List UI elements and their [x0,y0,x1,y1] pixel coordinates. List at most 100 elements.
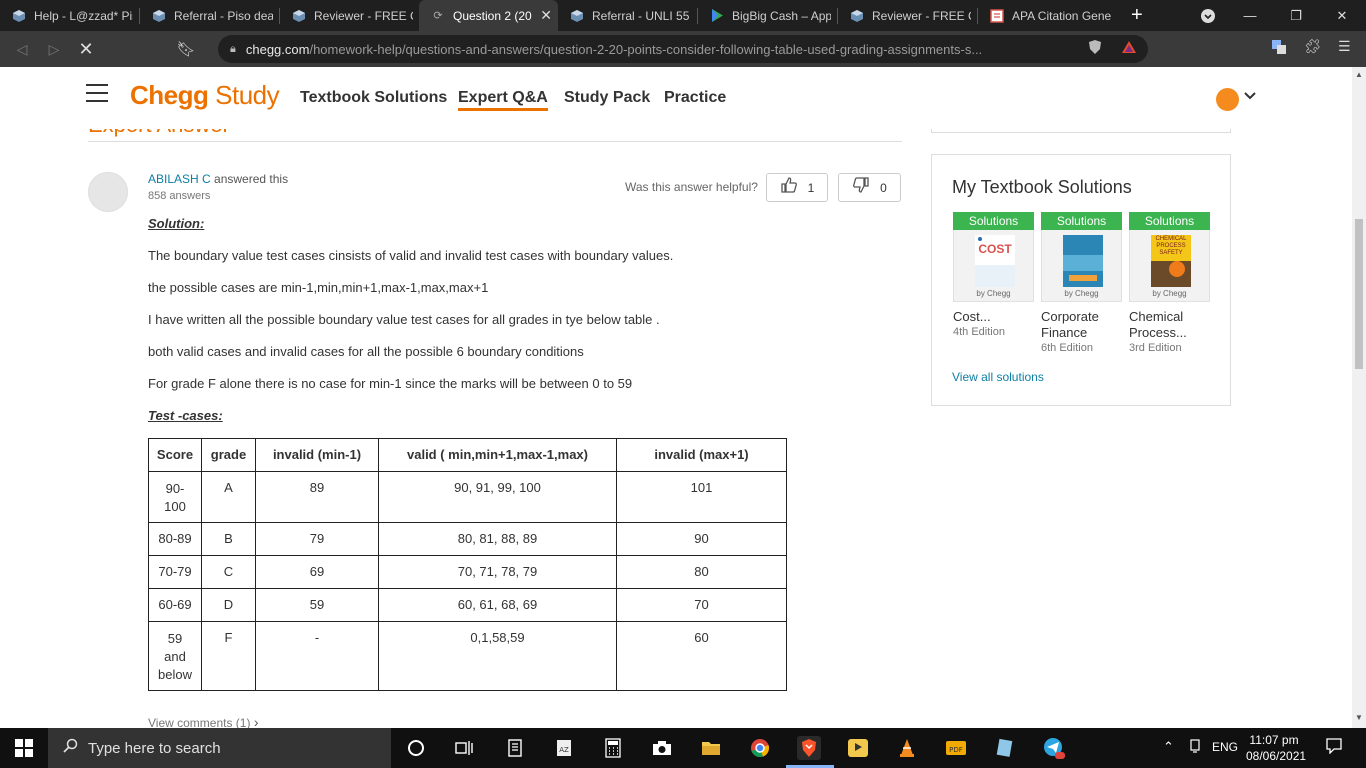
solution-label: Solution: [148,216,205,231]
table-row: 70-79 C 69 70, 71, 78, 79 80 [148,555,787,589]
tab-referral-unli[interactable]: Referral - UNLI 55 I [558,0,697,31]
column-header: valid ( min,min+1,max-1,max) [378,438,617,472]
table-cell: 59 and below [148,621,202,691]
textbook-item[interactable]: Solutions by Chegg Corporate Finance 6th… [1041,212,1122,354]
tab-question-2[interactable]: ⟳ Question 2 (20 ✕ [419,0,558,31]
network-icon[interactable] [1188,739,1202,756]
table-cell: 69 [255,555,379,589]
textbook-item[interactable]: Solutions COST by Chegg Cost... 4th Edit… [953,212,1034,338]
profile-menu-icon[interactable] [1185,0,1231,31]
bookmark-icon[interactable]: 🔖︎ [176,40,196,58]
tab-bigbig-cash[interactable]: BigBig Cash – Apps [698,0,837,31]
vlc-icon[interactable] [895,736,919,760]
view-all-solutions-link[interactable]: View all solutions [952,370,1044,384]
task-view-icon[interactable] [452,736,476,760]
telegram-icon[interactable] [1042,736,1066,760]
chevron-down-icon[interactable] [1243,88,1257,104]
tab-help[interactable]: Help - L@zzad* Pis [0,0,139,31]
input-language[interactable]: ENG [1212,740,1238,754]
tab-referral-piso[interactable]: Referral - Piso deal [140,0,279,31]
solutions-badge: Solutions [1041,212,1122,230]
user-avatar-icon[interactable] [1216,88,1239,111]
scroll-thumb[interactable] [1355,219,1363,369]
new-tab-icon[interactable]: + [1131,4,1143,27]
svg-text:PDF: PDF [949,746,963,754]
windows-taskbar: Type here to search AZ PDF ⌃ ENG 11:07 p… [0,728,1366,768]
hamburger-menu-icon[interactable] [86,84,108,102]
restore-icon[interactable]: ❐ [1273,0,1319,31]
table-cell: 0,1,58,59 [378,621,617,691]
browser-menu-icon[interactable]: ☰ [1338,38,1351,55]
reviewer-cube-icon [292,9,306,23]
extensions-icon[interactable]: 🧩︎ [1304,38,1322,55]
thumbs-down-button[interactable]: 0 [838,173,901,202]
media-player-icon[interactable] [846,736,870,760]
scroll-down-icon[interactable]: ▼ [1352,713,1366,722]
book-edition: 3rd Edition [1129,342,1182,354]
divider [88,141,902,142]
chrome-icon[interactable] [748,736,772,760]
book-edition: 6th Edition [1041,342,1093,354]
taskbar-search[interactable]: Type here to search [48,728,391,768]
reviewer-cube-icon [12,9,26,23]
translate-icon[interactable] [1271,39,1287,58]
notepad-icon[interactable] [993,736,1017,760]
thumbs-up-button[interactable]: 1 [766,173,828,202]
answerer-name[interactable]: ABILASH C [148,172,211,186]
cortana-icon[interactable] [404,736,428,760]
minimize-icon[interactable]: — [1227,0,1273,31]
table-cell: D [201,588,256,622]
my-textbook-solutions-card: My Textbook Solutions Solutions COST by … [931,154,1231,406]
by-chegg: by Chegg [1152,289,1187,298]
scroll-up-icon[interactable]: ▲ [1352,70,1366,79]
show-hidden-icons-icon[interactable]: ⌃ [1163,739,1174,755]
reader-app-icon[interactable] [503,736,527,760]
back-icon[interactable]: ◁ [6,41,38,58]
dictionary-app-icon[interactable]: AZ [552,736,576,760]
textbook-card-title: My Textbook Solutions [952,177,1132,197]
clock[interactable]: 11:07 pm 08/06/2021 [1246,732,1306,764]
reviewer-cube-icon [850,9,864,23]
pdf-app-icon[interactable]: PDF [944,736,968,760]
test-cases-label: Test -cases: [148,408,223,423]
answer-paragraph: I have written all the possible boundary… [148,312,660,327]
table-row: 59 and below F - 0,1,58,59 60 [148,621,787,691]
page-scrollbar[interactable]: ▲ ▼ [1352,67,1366,728]
brave-browser-icon[interactable] [797,736,821,760]
play-store-icon [710,9,724,23]
close-tab-icon[interactable]: ✕ [540,7,552,24]
book-name: Chemical Process... [1129,309,1187,340]
brave-shield-icon[interactable] [1087,39,1103,58]
brave-rewards-icon[interactable] [1121,39,1137,58]
textbook-item[interactable]: Solutions CHEMICAL PROCESS SAFETY by Che… [1129,212,1210,354]
answer-paragraph: the possible cases are min-1,min,min+1,m… [148,280,489,295]
table-cell: F [201,621,256,691]
tab-apa-citation[interactable]: APA Citation Gener [978,0,1117,31]
chegg-study-logo[interactable]: Chegg Study [130,80,280,111]
table-row: 80-89 B 79 80, 81, 88, 89 90 [148,522,787,556]
forward-icon[interactable]: ▷ [38,41,70,58]
nav-expert-qa[interactable]: Expert Q&A [458,89,548,111]
calculator-icon[interactable] [601,736,625,760]
browser-tab-strip: Help - L@zzad* Pis Referral - Piso deal … [0,0,1366,31]
file-explorer-icon[interactable] [699,736,723,760]
address-bar[interactable]: 🔒︎ chegg.com/homework-help/questions-and… [218,35,1148,63]
start-button[interactable] [0,728,48,768]
test-cases-table: Score grade invalid (min-1) valid ( min,… [148,438,787,691]
camera-icon[interactable] [650,736,674,760]
table-cell: C [201,555,256,589]
tab-reviewer-1[interactable]: Reviewer - FREE CH [280,0,419,31]
nav-textbook-solutions[interactable]: Textbook Solutions [300,89,447,107]
nav-practice[interactable]: Practice [664,89,726,107]
table-cell: 60, 61, 68, 69 [378,588,617,622]
chegg-header: Chegg Study Textbook Solutions Expert Q&… [0,67,1352,129]
notifications-icon[interactable] [1326,738,1342,757]
search-icon [62,738,78,759]
nav-study-pack[interactable]: Study Pack [564,89,650,107]
thumbs-down-icon [852,176,870,199]
table-cell: 90- 100 [148,471,202,523]
stop-loading-icon[interactable]: ✕ [70,39,102,60]
answer-paragraph: The boundary value test cases cinsists o… [148,248,674,263]
tab-reviewer-2[interactable]: Reviewer - FREE CH [838,0,977,31]
close-window-icon[interactable]: ✕ [1319,0,1365,31]
